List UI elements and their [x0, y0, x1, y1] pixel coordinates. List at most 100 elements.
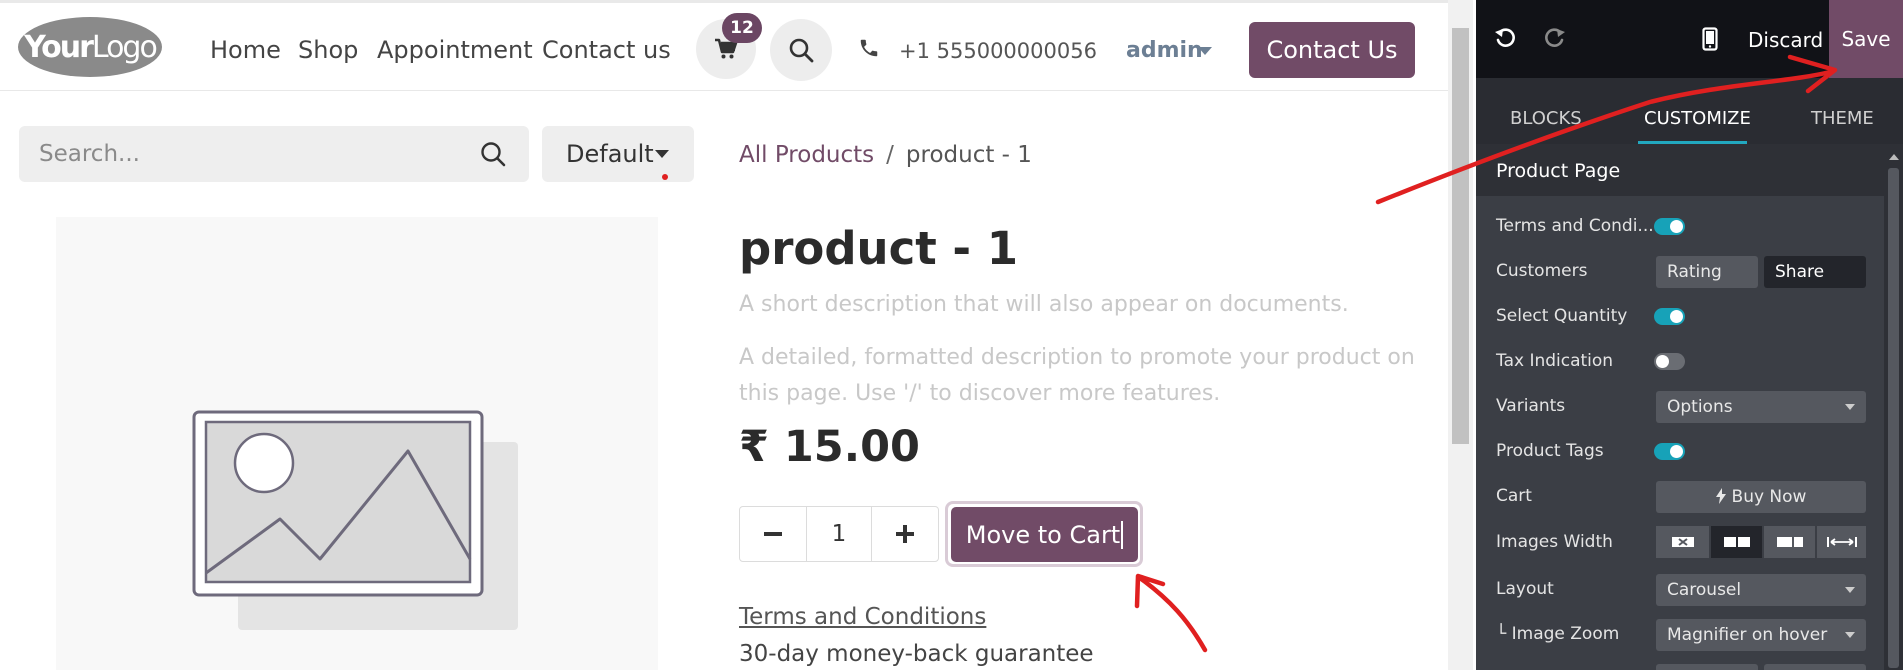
- breadcrumb: All Products / product - 1: [739, 142, 1032, 168]
- option-label-quantity: Select Quantity: [1496, 306, 1628, 326]
- customers-rating-button[interactable]: Rating: [1656, 256, 1758, 288]
- product-search: [19, 126, 529, 182]
- breadcrumb-separator: /: [886, 142, 894, 168]
- next-option-control-b[interactable]: [1764, 664, 1866, 670]
- width-half-icon: [1723, 537, 1750, 547]
- image-placeholder-icon: [192, 410, 518, 630]
- quantity-decrease-button[interactable]: [740, 507, 807, 561]
- product-long-description[interactable]: A detailed, formatted description to pro…: [739, 340, 1439, 412]
- undo-icon[interactable]: [1494, 28, 1516, 50]
- tab-customize[interactable]: CUSTOMIZE: [1644, 108, 1751, 129]
- section-title: Product Page: [1496, 160, 1621, 182]
- width-none-icon: [1671, 537, 1694, 547]
- quantity-increase-button[interactable]: [871, 507, 938, 561]
- toggle-knob: [1656, 355, 1669, 368]
- website-preview: Your Logo Home Shop Appointment Contact u…: [0, 0, 1448, 670]
- chevron-down-icon: [1845, 632, 1855, 638]
- nav-contact-us[interactable]: Contact us: [542, 36, 671, 64]
- product-short-description[interactable]: A short description that will also appea…: [739, 292, 1349, 317]
- chevron-down-icon[interactable]: [1198, 47, 1212, 55]
- editor-panel: Discard Save BLOCKS CUSTOMIZE THEME Prod…: [1476, 0, 1903, 670]
- option-label-customers: Customers: [1496, 261, 1588, 281]
- layout-value: Carousel: [1667, 580, 1742, 600]
- buy-now-label: Buy Now: [1731, 487, 1807, 507]
- editor-scrollbar[interactable]: [1884, 144, 1903, 670]
- toggle-knob: [1670, 220, 1683, 233]
- editor-toolbar: Discard Save: [1476, 0, 1903, 78]
- variants-value: Options: [1667, 397, 1733, 417]
- section-header: Product Page: [1476, 144, 1884, 196]
- customers-share-button[interactable]: Share: [1764, 256, 1866, 288]
- images-width-none[interactable]: [1656, 526, 1709, 558]
- toggle-knob: [1670, 445, 1683, 458]
- width-full-icon: [1826, 537, 1857, 547]
- rating-label: Rating: [1667, 262, 1722, 282]
- site-logo[interactable]: Your Logo: [18, 17, 162, 77]
- breadcrumb-all-products[interactable]: All Products: [739, 142, 874, 168]
- lightning-icon: [1715, 488, 1726, 504]
- width-two-thirds-icon: [1776, 537, 1803, 547]
- contact-us-button[interactable]: Contact Us: [1249, 22, 1415, 78]
- cart-buy-now-button[interactable]: Buy Now: [1656, 481, 1866, 513]
- nav-home[interactable]: Home: [210, 36, 281, 64]
- product-title: product - 1: [739, 222, 1019, 275]
- share-label: Share: [1775, 262, 1825, 282]
- save-button[interactable]: Save: [1829, 0, 1903, 78]
- logo-text-bold: Your: [24, 29, 94, 65]
- option-label-images-width: Images Width: [1496, 532, 1613, 552]
- product-price: ₹ 15.00: [739, 422, 920, 472]
- option-label-tags: Product Tags: [1496, 441, 1604, 461]
- option-label-cart: Cart: [1496, 486, 1532, 506]
- editor-tabs: BLOCKS CUSTOMIZE THEME: [1476, 78, 1903, 144]
- image-zoom-select[interactable]: Magnifier on hover: [1656, 619, 1866, 651]
- sort-dropdown[interactable]: Default: [542, 126, 694, 182]
- minus-icon: [764, 532, 782, 536]
- option-label-terms: Terms and Condi...: [1496, 216, 1654, 236]
- variants-select[interactable]: Options: [1656, 391, 1866, 423]
- quantity-input[interactable]: 1: [807, 507, 871, 561]
- toggle-terms[interactable]: [1654, 218, 1685, 235]
- chevron-down-icon: [1845, 404, 1855, 410]
- page-scrollbar-thumb[interactable]: [1452, 28, 1469, 444]
- toggle-product-tags[interactable]: [1654, 443, 1685, 460]
- chevron-down-icon: [1845, 587, 1855, 593]
- redo-icon[interactable]: [1544, 28, 1566, 50]
- move-to-cart-button[interactable]: Move to Cart: [951, 507, 1138, 562]
- layout-select[interactable]: Carousel: [1656, 574, 1866, 606]
- tab-blocks[interactable]: BLOCKS: [1510, 108, 1582, 129]
- option-label-image-zoom: └ Image Zoom: [1496, 624, 1620, 644]
- images-width-full[interactable]: [1817, 526, 1866, 558]
- header-search-button[interactable]: [770, 19, 832, 81]
- tab-theme[interactable]: THEME: [1811, 108, 1874, 129]
- toggle-tax-indication[interactable]: [1654, 353, 1685, 370]
- product-image[interactable]: [56, 217, 658, 670]
- phone-number[interactable]: +1 555000000056: [899, 39, 1097, 63]
- phone-icon: [860, 39, 878, 57]
- search-input[interactable]: [37, 138, 457, 170]
- guarantee-text: 30-day money-back guarantee: [739, 641, 1094, 667]
- images-width-50[interactable]: [1711, 526, 1762, 558]
- nav-appointment[interactable]: Appointment: [377, 36, 533, 64]
- user-menu[interactable]: admin: [1126, 38, 1203, 63]
- option-label-layout: Layout: [1496, 579, 1554, 599]
- nav-shop[interactable]: Shop: [298, 36, 358, 64]
- next-option-control-a[interactable]: [1656, 664, 1758, 670]
- customize-options: Product Page Terms and Condi... Customer…: [1476, 144, 1884, 670]
- move-to-cart-label: Move to Cart: [965, 520, 1121, 549]
- mobile-preview-icon[interactable]: [1702, 27, 1718, 51]
- terms-link[interactable]: Terms and Conditions: [739, 604, 986, 630]
- search-icon[interactable]: [479, 140, 507, 168]
- quantity-stepper: 1: [739, 506, 939, 562]
- image-zoom-value: Magnifier on hover: [1667, 625, 1828, 645]
- cart-count-badge: 12: [722, 13, 762, 43]
- scroll-up-arrow-icon[interactable]: [1889, 154, 1899, 160]
- images-width-66[interactable]: [1764, 526, 1815, 558]
- toggle-select-quantity[interactable]: [1654, 308, 1685, 325]
- option-label-tax: Tax Indication: [1496, 351, 1614, 371]
- option-label-variants: Variants: [1496, 396, 1566, 416]
- red-dot-marker: [662, 174, 668, 180]
- discard-button[interactable]: Discard: [1748, 28, 1823, 52]
- toggle-knob: [1670, 310, 1683, 323]
- editor-scrollbar-thumb[interactable]: [1888, 168, 1899, 668]
- chevron-down-icon: [655, 150, 669, 158]
